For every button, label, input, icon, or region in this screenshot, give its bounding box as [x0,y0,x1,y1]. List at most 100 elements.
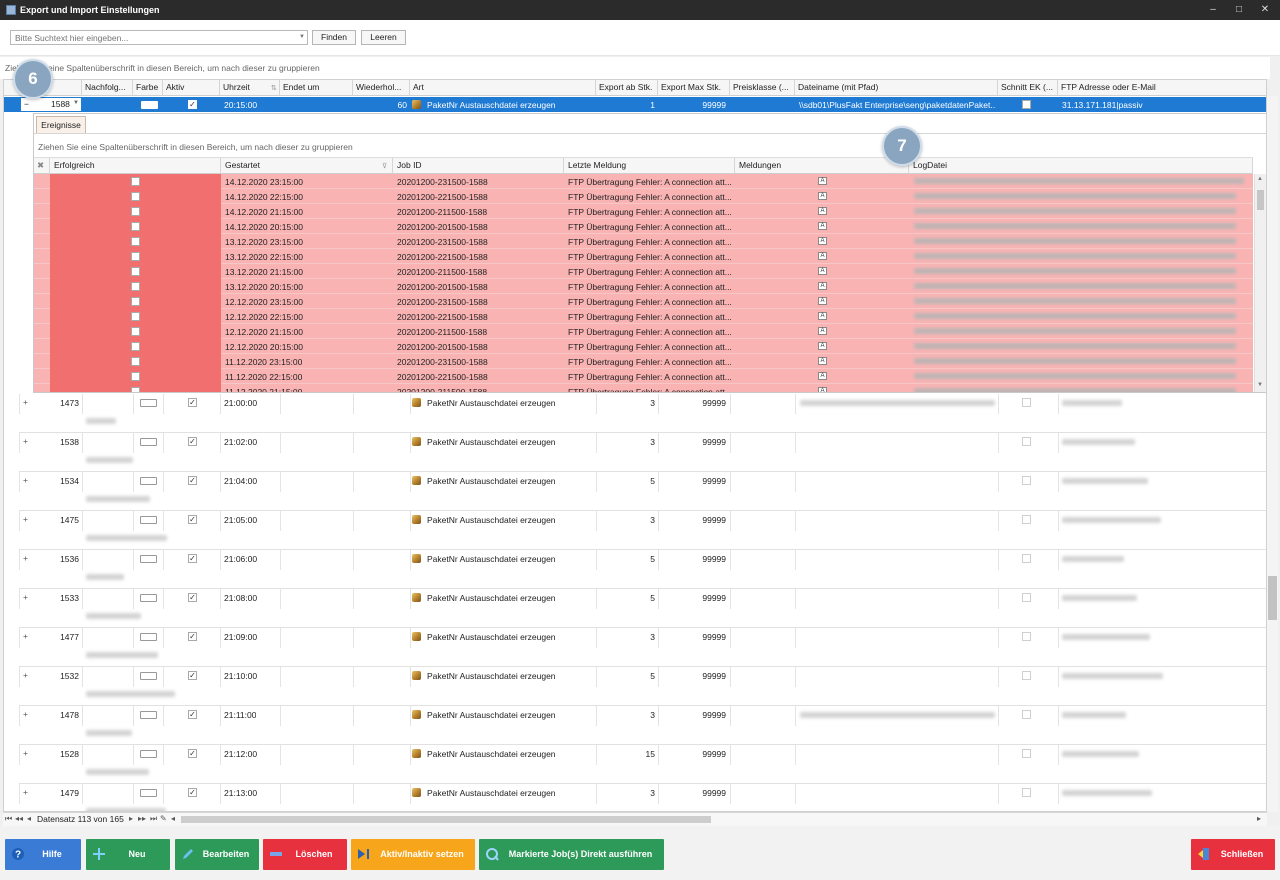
color-swatch[interactable] [140,672,157,680]
cost-checkbox[interactable] [1022,632,1031,641]
success-checkbox[interactable] [131,207,140,216]
event-row[interactable]: 13.12.2020 20:15:00 20201200-201500-1588 F… [34,279,1253,294]
new-button[interactable]: Neu [86,839,170,870]
success-checkbox[interactable] [131,192,140,201]
detail-scrollbar[interactable]: ▲ ▼ [1254,174,1266,392]
memo-icon[interactable]: A [818,252,827,260]
active-checkbox[interactable]: ✓ [188,749,197,758]
active-checkbox[interactable]: ✓ [188,632,197,641]
event-row[interactable]: 14.12.2020 20:15:00 20201200-201500-1588 F… [34,219,1253,234]
success-checkbox[interactable] [131,357,140,366]
memo-icon[interactable]: A [818,222,827,230]
memo-icon[interactable]: A [818,207,827,215]
event-row[interactable]: 14.12.2020 22:15:00 20201200-221500-1588 F… [34,189,1253,204]
table-row[interactable]: +1532 ✓ 21:10:00 PaketNr Austauschdatei erz… [4,667,1266,706]
success-checkbox[interactable] [131,342,140,351]
selected-table-row[interactable]: − 1588 ▼ ✓ 20:15:00 60 PaketNr Austausch… [4,97,1266,112]
clear-button[interactable]: Leeren [361,30,406,45]
event-row[interactable]: 13.12.2020 23:15:00 20201200-231500-1588 F… [34,234,1253,249]
column-header-art[interactable]: Art [410,80,596,96]
next-page-icon[interactable]: ▸▸ [138,814,146,823]
close-window-button[interactable]: ✕ [1250,2,1280,18]
first-record-icon[interactable]: ⏮ [5,814,12,824]
success-checkbox[interactable] [131,297,140,306]
table-row[interactable]: +1475 ✓ 21:05:00 PaketNr Austauschdatei erz… [4,511,1266,550]
event-row[interactable]: 11.12.2020 23:15:00 20201200-231500-1588 F… [34,354,1253,369]
detail-header-last-message[interactable]: Letzte Meldung [564,157,735,174]
active-checkbox[interactable]: ✓ [188,515,197,524]
active-checkbox[interactable]: ✓ [188,476,197,485]
id-combo[interactable]: − 1588 ▼ [21,98,81,111]
find-button[interactable]: Finden [312,30,356,45]
color-swatch[interactable] [140,750,157,758]
expand-icon[interactable]: + [23,787,28,797]
color-swatch[interactable] [140,789,157,797]
table-row[interactable]: +1477 ✓ 21:09:00 PaketNr Austauschdatei erz… [4,628,1266,667]
column-header-cost-avg[interactable]: Schnitt EK (... [998,80,1058,96]
cost-checkbox[interactable] [1022,476,1031,485]
edit-record-icon[interactable]: ✎ [160,814,167,823]
cost-checkbox[interactable] [1022,671,1031,680]
column-header-filename[interactable]: Dateiname (mit Pfad) [795,80,998,96]
color-swatch[interactable] [140,516,157,524]
last-record-icon[interactable]: ⏭ [150,814,157,824]
scroll-left-icon[interactable]: ◂ [171,814,175,823]
memo-icon[interactable]: A [818,327,827,335]
success-checkbox[interactable] [131,387,140,392]
column-header-ftp[interactable]: FTP Adresse oder E-Mail [1058,80,1266,96]
color-swatch[interactable] [140,594,157,602]
cost-checkbox[interactable] [1022,437,1031,446]
delete-button[interactable]: Löschen [263,839,347,870]
expand-icon[interactable]: + [23,553,28,563]
expand-icon[interactable]: + [23,397,28,407]
memo-icon[interactable]: A [818,357,827,365]
memo-icon[interactable]: A [818,192,827,200]
success-checkbox[interactable] [131,282,140,291]
main-scrollbar[interactable] [1267,96,1278,812]
active-checkbox[interactable]: ✓ [188,710,197,719]
search-input[interactable] [10,30,308,45]
event-row[interactable]: 12.12.2020 21:15:00 20201200-211500-1588 F… [34,324,1253,339]
column-header-color[interactable]: Farbe [133,80,163,96]
table-row[interactable]: +1478 ✓ 21:11:00 PaketNr Austauschdatei erz… [4,706,1266,745]
detail-scroll-thumb[interactable] [1257,190,1264,210]
color-swatch[interactable] [140,438,157,446]
table-row[interactable]: +1536 ✓ 21:06:00 PaketNr Austauschdatei erz… [4,550,1266,589]
cost-checkbox[interactable] [1022,788,1031,797]
collapse-icon[interactable]: − [24,99,29,109]
success-checkbox[interactable] [131,237,140,246]
event-row[interactable]: 12.12.2020 20:15:00 20201200-201500-1588 F… [34,339,1253,354]
scroll-right-icon[interactable]: ▸ [1257,814,1261,823]
prev-page-icon[interactable]: ◂◂ [15,814,23,823]
column-header-export-max[interactable]: Export Max Stk. [658,80,730,96]
event-row[interactable]: 14.12.2020 23:15:00 20201200-231500-1588 F… [34,174,1253,189]
scroll-up-icon[interactable]: ▲ [1257,176,1263,182]
cost-checkbox[interactable] [1022,515,1031,524]
cost-checkbox[interactable] [1022,100,1031,109]
color-swatch[interactable] [140,555,157,563]
column-chooser-icon[interactable]: ✖ [34,157,50,174]
event-row[interactable]: 13.12.2020 22:15:00 20201200-221500-1588 F… [34,249,1253,264]
memo-icon[interactable]: A [818,372,827,380]
expand-icon[interactable]: + [23,436,28,446]
color-swatch[interactable] [140,399,157,407]
success-checkbox[interactable] [131,327,140,336]
table-row[interactable]: +1534 ✓ 21:04:00 PaketNr Austauschdatei erz… [4,472,1266,511]
table-row[interactable]: +1473 ✓ 21:00:00 PaketNr Austauschdatei erz… [4,394,1266,433]
memo-icon[interactable]: A [818,297,827,305]
memo-icon[interactable]: A [818,342,827,350]
active-checkbox[interactable]: ✓ [188,671,197,680]
cost-checkbox[interactable] [1022,593,1031,602]
memo-icon[interactable]: A [818,312,827,320]
color-swatch[interactable] [140,633,157,641]
event-row[interactable]: 12.12.2020 22:15:00 20201200-221500-1588 F… [34,309,1253,324]
tab-events[interactable]: Ereignisse [36,116,86,133]
column-header-ends[interactable]: Endet um [280,80,353,96]
expand-icon[interactable]: + [23,514,28,524]
cost-checkbox[interactable] [1022,749,1031,758]
horizontal-scroll-thumb[interactable] [181,816,711,823]
column-header-price-class[interactable]: Preisklasse (... [730,80,795,96]
table-row[interactable]: +1479 ✓ 21:13:00 PaketNr Austauschdatei erz… [4,784,1266,811]
event-row[interactable]: 13.12.2020 21:15:00 20201200-211500-1588 F… [34,264,1253,279]
group-panel[interactable]: Ziehen Sie eine Spaltenüberschrift in di… [0,57,1270,79]
